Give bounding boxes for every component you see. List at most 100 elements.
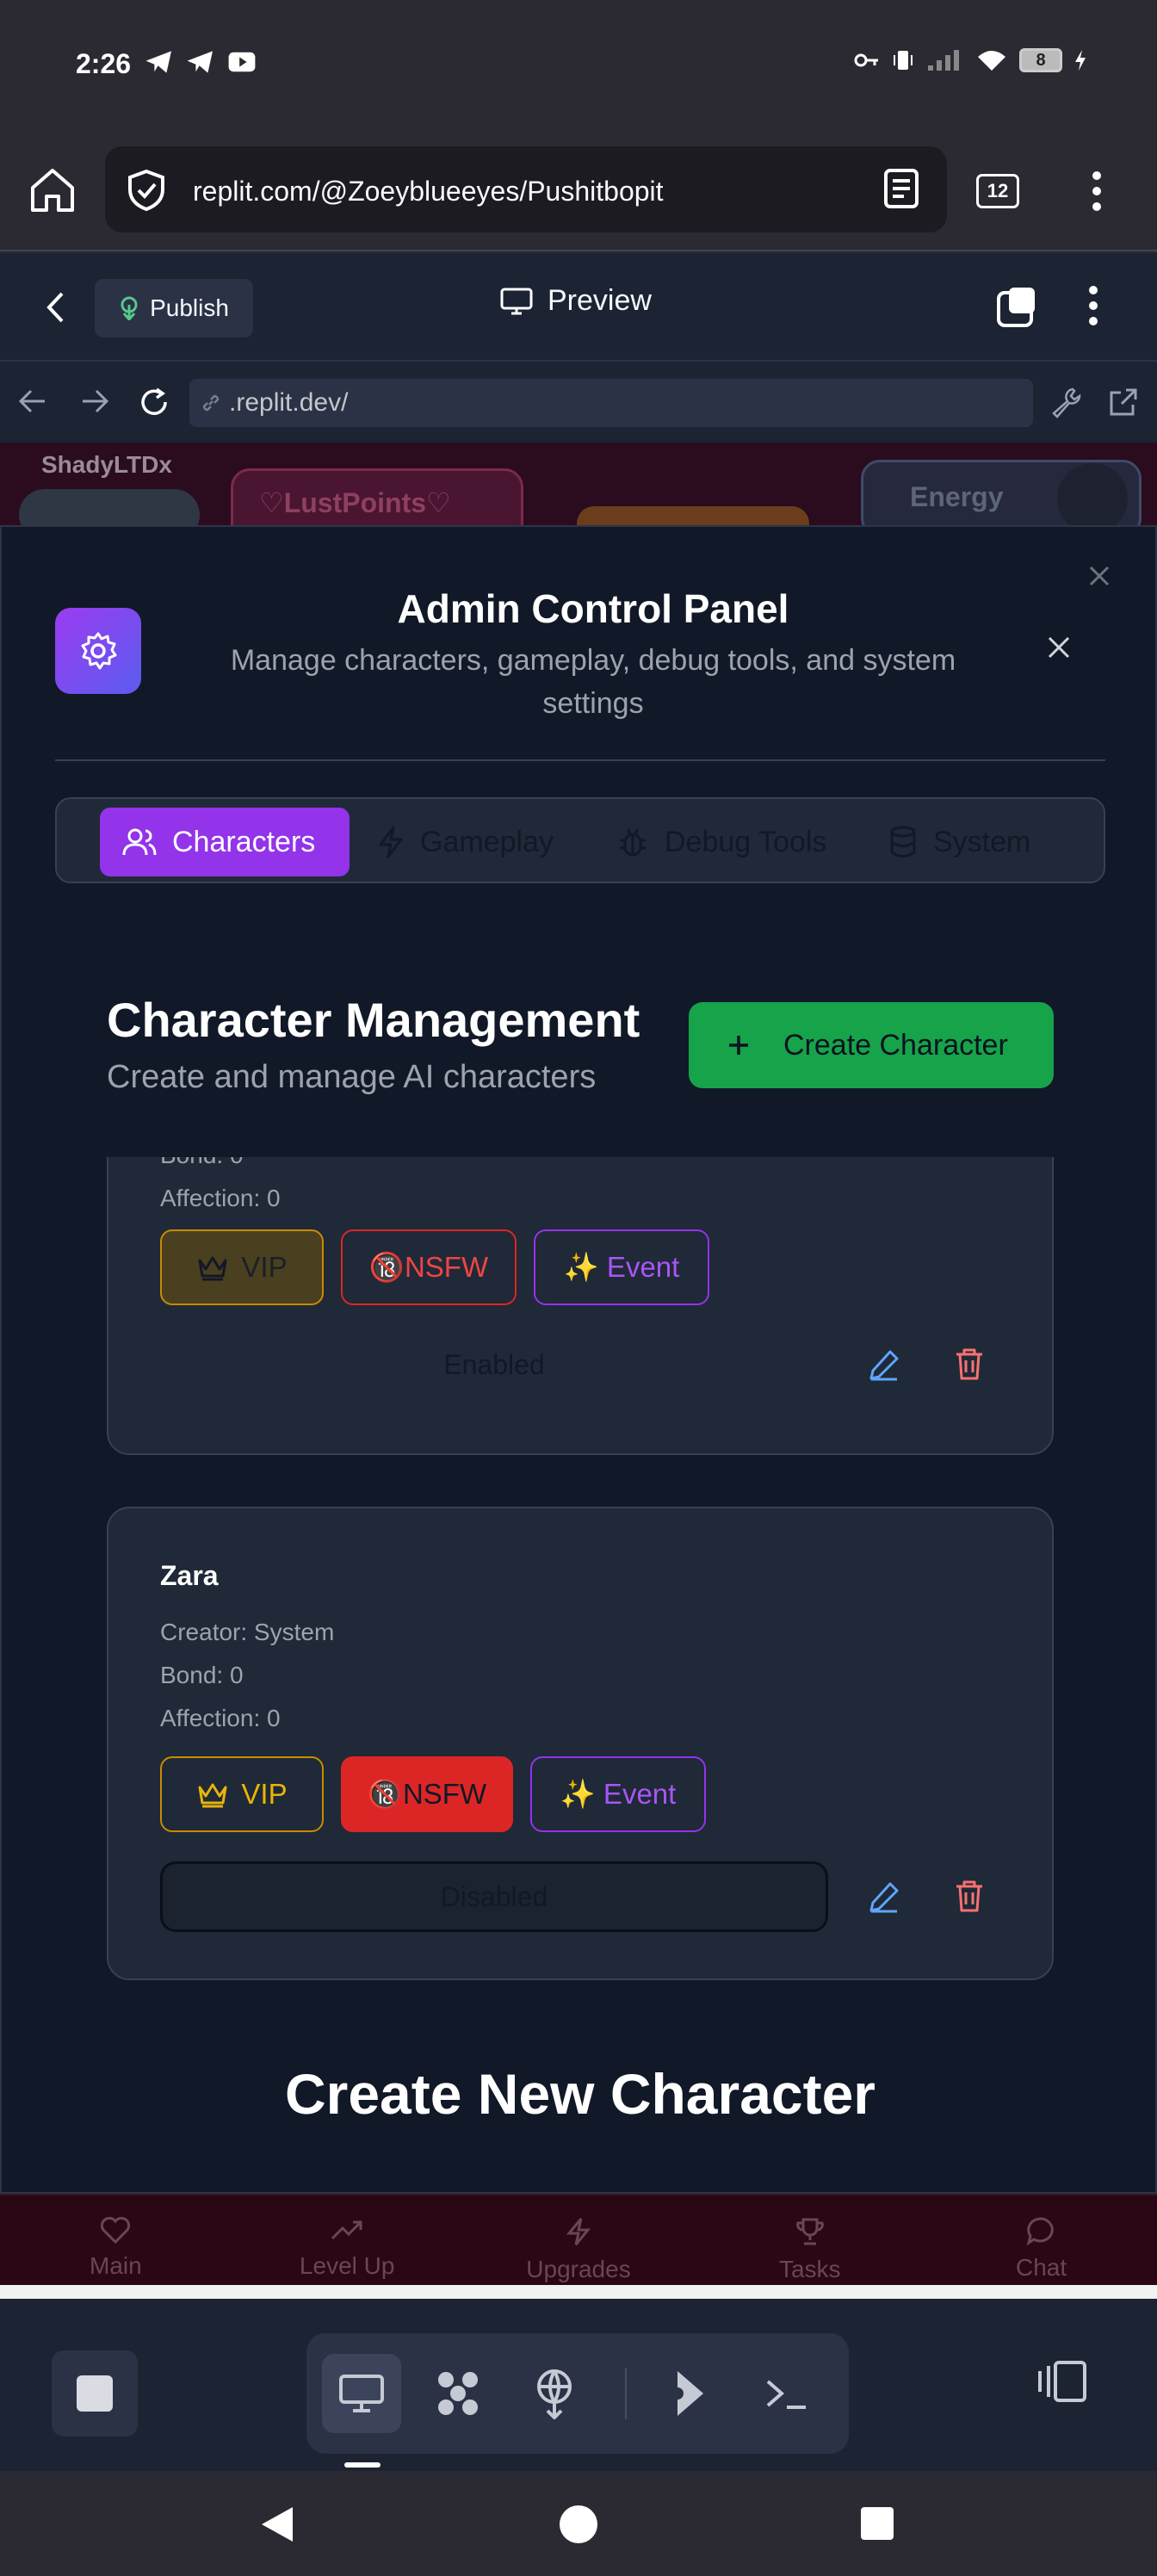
- section-subtitle: Create and manage AI characters: [107, 1059, 597, 1095]
- youtube-icon: [228, 52, 256, 72]
- divider-strip: [0, 2285, 1157, 2299]
- split-view-icon[interactable]: [1033, 2359, 1090, 2404]
- home-circle-icon[interactable]: [560, 2505, 597, 2543]
- trash-icon[interactable]: [954, 1879, 985, 1913]
- link-icon: [202, 394, 220, 412]
- wrench-icon[interactable]: [1050, 386, 1083, 418]
- shell-tool-button[interactable]: [747, 2354, 826, 2433]
- character-card: Zara Creator: System Bond: 0 Affection: …: [107, 1507, 1054, 1980]
- close-icon[interactable]: [1047, 635, 1071, 659]
- character-bond: Bond: 0: [160, 1662, 244, 1688]
- battery-indicator: 8: [1019, 48, 1062, 72]
- player-avatar: [19, 489, 200, 525]
- tab-debug-tools[interactable]: Debug Tools: [594, 808, 849, 876]
- charging-icon: [1075, 50, 1086, 71]
- tool-switcher: [306, 2333, 849, 2454]
- tab-gameplay[interactable]: Gameplay: [355, 808, 576, 876]
- edit-icon[interactable]: [868, 1880, 900, 1913]
- nav-upgrades[interactable]: Upgrades: [492, 2216, 665, 2285]
- lightning-icon: [566, 2218, 591, 2245]
- character-list: Bond: 0 Affection: 0 VIP 🔞NSFW ✨ Event E…: [2, 1157, 1155, 2192]
- player-name: ShadyLTDx: [41, 451, 172, 478]
- vibrate-icon: [894, 51, 913, 70]
- event-toggle[interactable]: ✨ Event: [534, 1229, 709, 1305]
- dismiss-icon[interactable]: [1088, 565, 1111, 587]
- vip-label: VIP: [241, 1251, 288, 1283]
- active-tool-indicator: [344, 2462, 381, 2468]
- create-character-button[interactable]: Create Character: [689, 1002, 1054, 1088]
- preview-tool-button[interactable]: [322, 2354, 401, 2433]
- webview-url-field[interactable]: .replit.dev/: [189, 379, 1033, 427]
- arrow-left-icon[interactable]: [17, 387, 48, 415]
- edit-icon[interactable]: [868, 1348, 900, 1381]
- recents-square-icon[interactable]: [861, 2507, 894, 2540]
- shield-icon: [128, 169, 164, 212]
- nav-label: Tasks: [778, 2256, 841, 2282]
- nsfw-toggle[interactable]: 🔞NSFW: [341, 1756, 513, 1832]
- stop-button[interactable]: [52, 2350, 138, 2437]
- chevron-left-icon[interactable]: [45, 291, 65, 324]
- nav-main[interactable]: Main: [29, 2216, 201, 2285]
- monitor-icon: [500, 288, 533, 314]
- grid-blob-icon: [438, 2372, 478, 2415]
- publish-button[interactable]: Publish: [95, 279, 253, 337]
- git-tool-button[interactable]: [651, 2354, 730, 2433]
- nav-tasks[interactable]: Tasks: [724, 2216, 896, 2285]
- nav-level-up[interactable]: Level Up: [261, 2216, 433, 2285]
- game-bottom-nav: Main Level Up Upgrades Tasks Chat: [0, 2194, 1157, 2285]
- terminal-icon: [766, 2380, 806, 2409]
- admin-tabs: Characters Gameplay Debug Tools System: [55, 797, 1105, 883]
- admin-panel-modal: Admin Control Panel Manage characters, g…: [0, 525, 1157, 2194]
- address-bar[interactable]: replit.com/@Zoeyblueeyes/Pushitbopit: [105, 146, 947, 232]
- monitor-icon: [339, 2375, 384, 2412]
- more-menu-icon[interactable]: [1092, 170, 1102, 212]
- game-header: ShadyLTDx ♡LustPoints♡ Energy: [0, 443, 1157, 525]
- trophy-icon: [795, 2218, 824, 2245]
- event-toggle[interactable]: ✨ Event: [530, 1756, 706, 1832]
- publish-icon: [121, 296, 138, 320]
- stop-icon: [77, 2375, 113, 2412]
- toolbar-separator: [625, 2368, 627, 2419]
- tab-count-button[interactable]: 12: [976, 174, 1019, 208]
- home-icon[interactable]: [26, 164, 79, 217]
- chat-bubble-icon: [1026, 2217, 1054, 2245]
- new-window-icon[interactable]: [995, 284, 1040, 329]
- system-navigation-bar: [0, 2471, 1157, 2576]
- notification-icons: [145, 50, 257, 74]
- wifi-icon: [978, 51, 1005, 71]
- vip-toggle[interactable]: VIP: [160, 1756, 324, 1832]
- lust-points-counter: ♡LustPoints♡: [231, 468, 523, 525]
- tab-system[interactable]: System: [866, 808, 1053, 876]
- external-link-icon[interactable]: [1107, 386, 1140, 418]
- character-affection: Affection: 0: [160, 1185, 281, 1211]
- deploy-tool-button[interactable]: [515, 2354, 594, 2433]
- reader-view-icon[interactable]: [882, 167, 921, 210]
- arrow-right-icon[interactable]: [79, 387, 110, 415]
- vip-toggle[interactable]: VIP: [160, 1229, 324, 1305]
- currency-pill: [577, 506, 809, 525]
- eye-icon[interactable]: [1057, 463, 1128, 525]
- more-options-icon[interactable]: [1088, 286, 1098, 325]
- nav-chat[interactable]: Chat: [956, 2216, 1128, 2285]
- system-icons: 8: [854, 48, 1086, 72]
- create-new-character-heading: Create New Character: [285, 2062, 875, 2126]
- apps-tool-button[interactable]: [418, 2354, 498, 2433]
- reload-icon[interactable]: [138, 386, 170, 418]
- bug-icon: [620, 828, 646, 857]
- nsfw-toggle[interactable]: 🔞NSFW: [341, 1229, 517, 1305]
- trend-up-icon: [331, 2220, 362, 2240]
- trash-icon[interactable]: [954, 1347, 985, 1381]
- plus-icon: [729, 1036, 748, 1055]
- webview-url-text: .replit.dev/: [229, 388, 349, 417]
- tab-characters[interactable]: Characters: [100, 808, 350, 876]
- globe-upload-icon: [537, 2369, 572, 2419]
- tab-label: Debug Tools: [665, 825, 827, 858]
- database-icon: [890, 826, 916, 858]
- lightning-icon: [379, 826, 403, 858]
- crown-icon: [198, 1256, 227, 1281]
- status-toggle[interactable]: Enabled: [160, 1329, 828, 1400]
- status-toggle[interactable]: Disabled: [160, 1861, 828, 1932]
- settings-gear-icon: [55, 608, 141, 694]
- heart-icon: [101, 2216, 131, 2244]
- back-triangle-icon[interactable]: [258, 2504, 296, 2545]
